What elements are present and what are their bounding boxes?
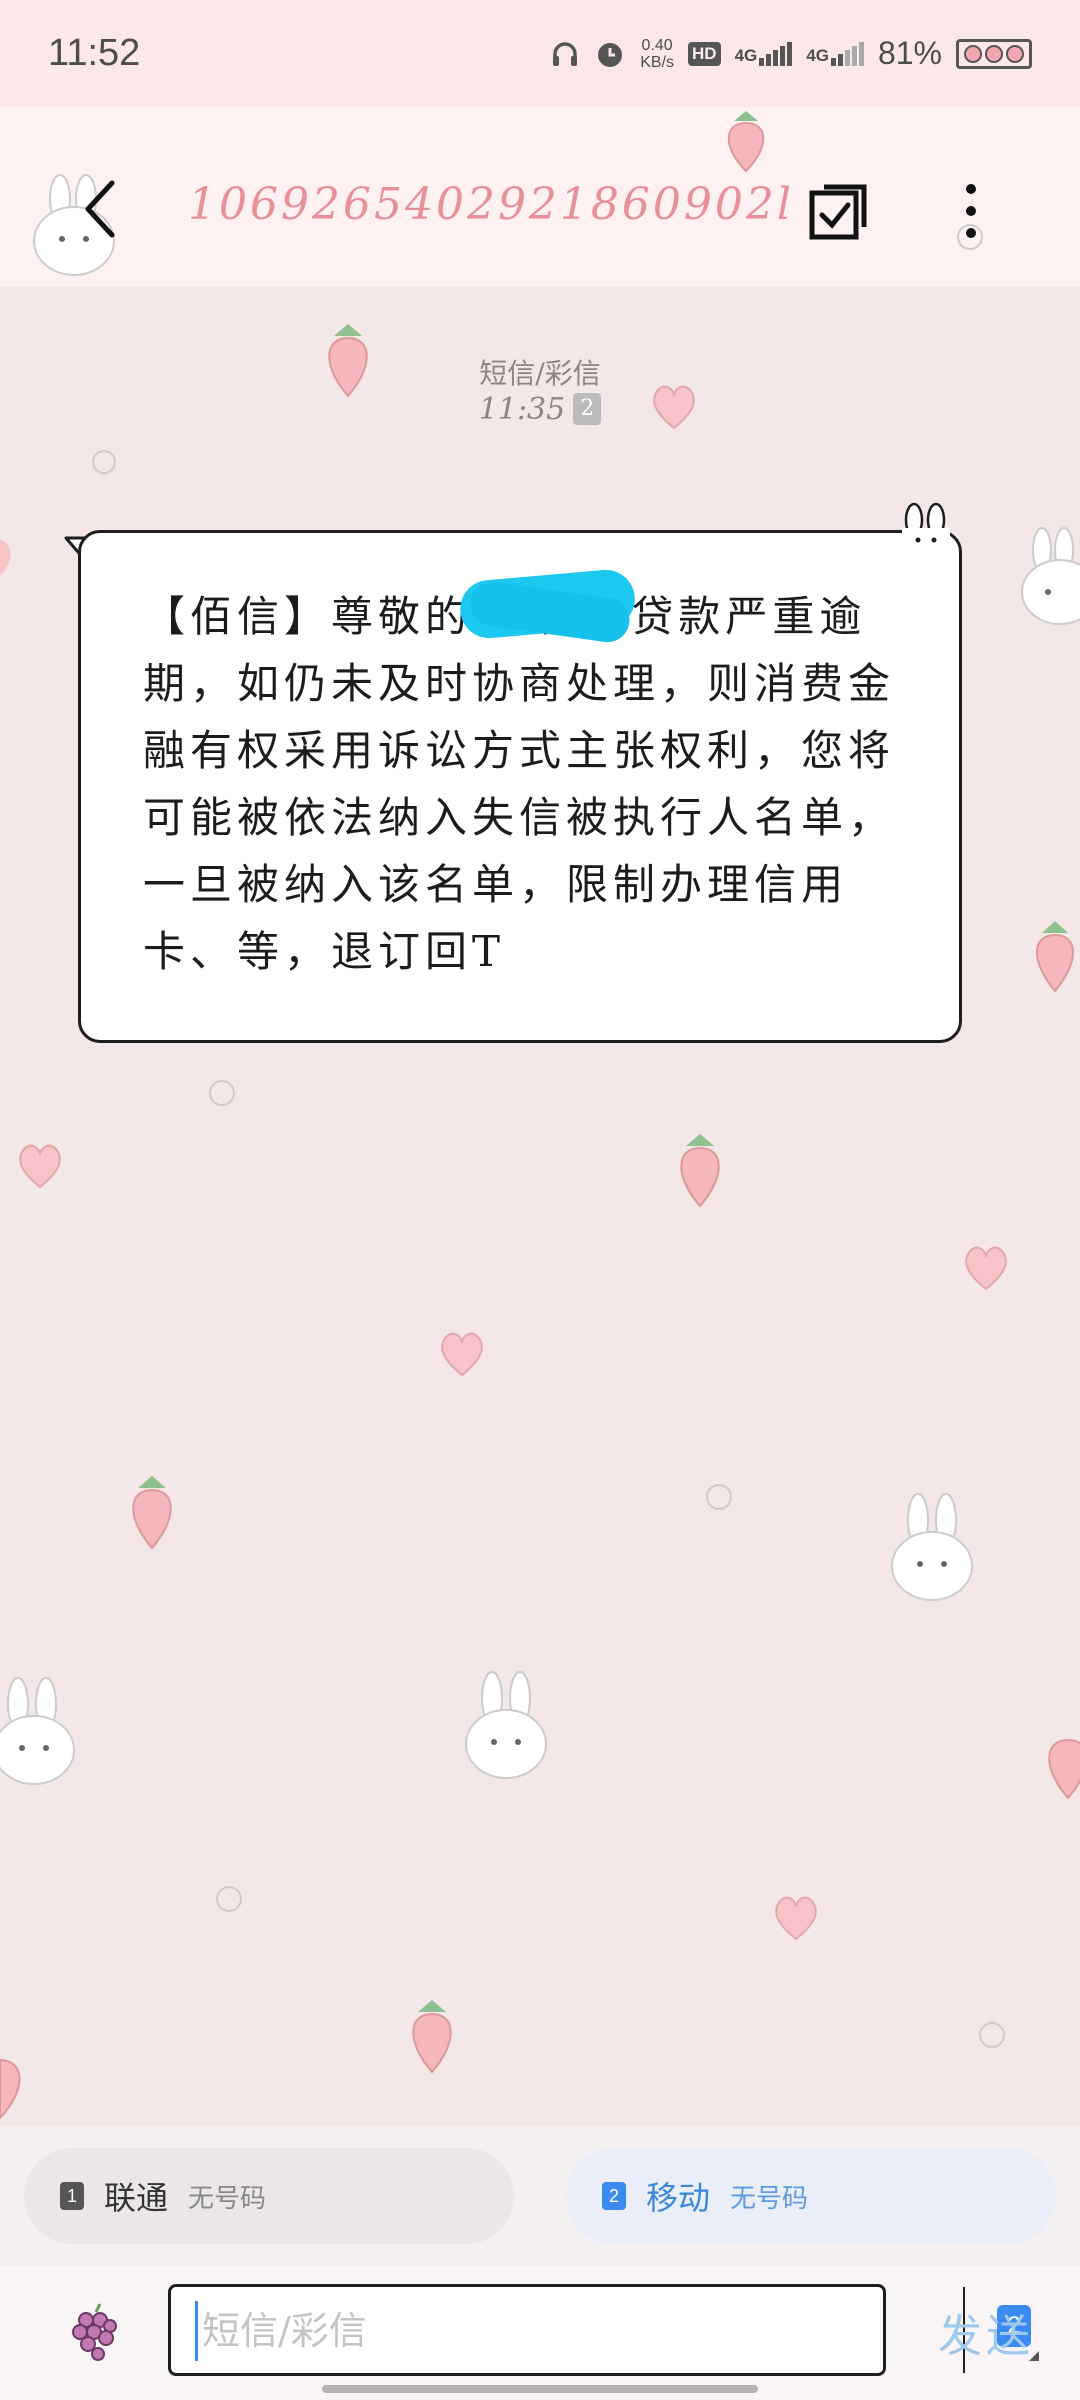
sim-selector: 1 联通 无号码 2 移动 无号码 [0,2126,1080,2266]
strawberry-decoration-icon [1048,1738,1080,1800]
sim2-number: 无号码 [730,2183,809,2214]
net-speed: 0.40 KB/s [640,37,674,71]
battery-percent: 81% [877,35,942,71]
strawberry-decoration-icon [680,1134,720,1208]
network-type-sim1: 4G [734,45,758,65]
status-time: 11:52 [48,32,141,74]
bubble-decoration-icon [216,1886,242,1912]
message-text: 【佰信】尊敬的三 你的贷款严重逾期，如仍未及时协商处理，则消费金融有权采用诉讼方… [143,592,896,976]
strawberry-decoration-icon [0,2058,21,2120]
timestamp-text: 11:35 [478,392,566,427]
net-speed-unit: KB/s [640,53,675,71]
bunny-ears-decoration-icon [902,502,950,554]
heart-decoration-icon [441,1332,483,1377]
bunny-decoration-icon [1021,527,1080,625]
sim2-slot-icon: 2 [602,2182,626,2210]
grapes-emoji-icon[interactable] [70,2302,122,2362]
heart-decoration-icon [775,1896,817,1941]
signal-sim1: 4G [734,41,793,66]
strawberry-decoration-icon [727,111,765,173]
home-indicator[interactable] [322,2385,758,2393]
heart-decoration-icon [0,540,11,576]
sim2-button[interactable]: 2 移动 无号码 [566,2148,1056,2244]
strawberry-decoration-icon [132,1476,172,1550]
alarm-icon [598,42,623,67]
status-icons: 0.40 KB/s HD 4G 4G 81% [550,35,1032,72]
message-input-box: 2 [168,2284,1039,2376]
heart-decoration-icon [19,1144,61,1189]
composer-bar: 2 发送 [0,2266,1080,2400]
hd-voice-icon: HD [688,41,721,66]
strawberry-decoration-icon [1036,921,1074,993]
heart-decoration-icon [965,1246,1007,1291]
sim2-carrier: 移动 [646,2179,711,2217]
bunny-decoration-icon [0,1677,75,1785]
message-type-label: 短信/彩信 [479,357,601,390]
sim-slot-badge: 2 [573,393,602,425]
sim1-number: 无号码 [188,2183,267,2214]
bubble-decoration-icon [957,224,983,250]
status-bar: 11:52 0.40 KB/s HD 4G 4G 81% [0,0,1080,107]
bubble-decoration-icon [92,450,116,474]
bubble-decoration-icon [209,1080,235,1106]
conversation-title: 1069265402921860902l [188,179,794,230]
signal-sim2: 4G [806,41,864,66]
bubble-decoration-icon [979,2022,1005,2048]
message-timestamp: 11:35 2 [0,392,1080,427]
sim1-slot-icon: 1 [60,2182,84,2210]
bubble-decoration-icon [706,1484,732,1510]
sim1-button[interactable]: 1 联通 无号码 [24,2148,514,2244]
network-type-sim2: 4G [806,45,829,65]
sim1-carrier: 联通 [104,2179,169,2217]
sms-conversation-screen: 11:52 0.40 KB/s HD 4G 4G 81% 10692654029… [0,0,1080,2400]
back-arrow-icon[interactable] [70,169,130,249]
net-speed-value: 0.40 [641,36,673,54]
conversation-header: 1069265402921860902l [0,107,1080,287]
signal-bars-icon [759,41,793,66]
multi-select-icon[interactable] [808,179,872,243]
send-button[interactable]: 发送 [938,2300,1034,2364]
strawberry-decoration-icon [412,2000,452,2074]
bunny-decoration-icon [465,1671,547,1779]
bunny-decoration-icon [891,1493,973,1601]
battery-icon [956,38,1032,69]
signal-bars-icon [830,41,864,66]
message-input[interactable] [195,2301,755,2361]
headphones-icon [553,41,578,66]
